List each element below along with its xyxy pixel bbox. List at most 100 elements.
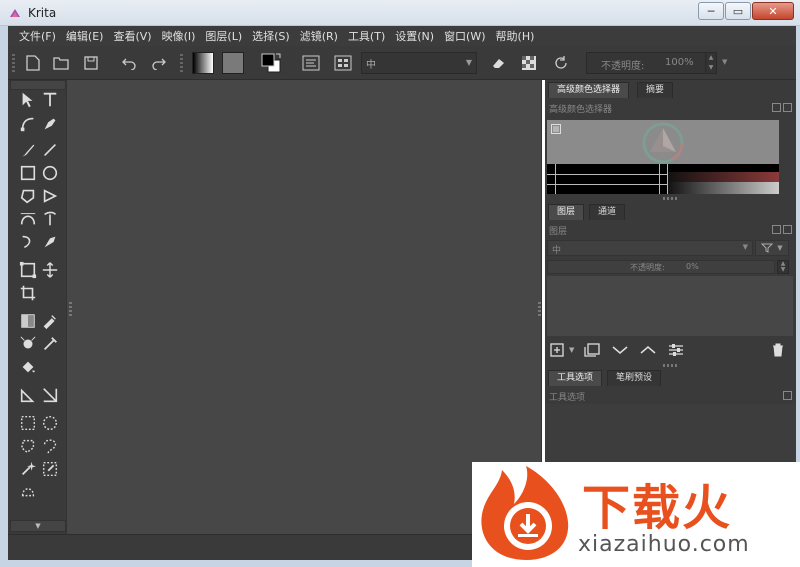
preserve-alpha-button[interactable] bbox=[516, 51, 542, 75]
layer-filter-button[interactable]: ▼ bbox=[755, 240, 789, 256]
fill-tool-alt[interactable] bbox=[40, 334, 60, 354]
brush-settings-button[interactable] bbox=[298, 51, 324, 75]
rect-select-tool[interactable] bbox=[18, 413, 38, 433]
float-docker-icon[interactable] bbox=[772, 103, 781, 112]
menu-item[interactable]: 编辑(E) bbox=[61, 28, 109, 44]
color-wheel[interactable] bbox=[641, 122, 685, 164]
color-selector-settings-icon[interactable] bbox=[551, 124, 561, 134]
tab-overview[interactable]: 摘要 bbox=[637, 82, 674, 98]
tab-advanced-color-selector[interactable]: 高级颜色选择器 bbox=[548, 82, 630, 98]
assistant-tool[interactable] bbox=[40, 385, 60, 405]
menu-item[interactable]: 映像(I) bbox=[157, 28, 201, 44]
close-docker-icon[interactable] bbox=[783, 103, 792, 112]
opacity-slider[interactable]: 不透明度: 100% bbox=[586, 52, 706, 74]
add-layer-button[interactable] bbox=[549, 342, 567, 358]
color-gradient-red[interactable] bbox=[667, 172, 779, 182]
docker-splitter-handle[interactable] bbox=[663, 197, 677, 200]
polygon-select-tool[interactable] bbox=[18, 436, 38, 456]
pattern-selector[interactable] bbox=[220, 51, 246, 75]
layer-blend-mode-select[interactable]: 中 ▼ bbox=[547, 240, 753, 256]
bezier-select-tool[interactable] bbox=[18, 482, 38, 502]
menu-item[interactable]: 文件(F) bbox=[14, 28, 61, 44]
color-picker-tool[interactable] bbox=[40, 311, 60, 331]
color-selector-area[interactable] bbox=[547, 120, 779, 194]
delete-layer-button[interactable] bbox=[769, 342, 787, 358]
opacity-spinner[interactable]: ▲ ▼ bbox=[705, 52, 717, 74]
maximize-button[interactable]: ▭ bbox=[725, 2, 751, 20]
move-tool[interactable] bbox=[40, 260, 60, 280]
text-tool[interactable] bbox=[40, 90, 60, 110]
polyline-tool[interactable] bbox=[40, 186, 60, 206]
eraser-mode-button[interactable] bbox=[486, 51, 512, 75]
freehand-brush-tool[interactable] bbox=[18, 140, 38, 160]
preset-editor-button[interactable] bbox=[330, 51, 356, 75]
layer-opacity-spinner[interactable]: ▲ ▼ bbox=[777, 260, 789, 274]
gradient-selector[interactable] bbox=[190, 51, 216, 75]
menu-item[interactable]: 图层(L) bbox=[200, 28, 247, 44]
menu-item[interactable]: 窗口(W) bbox=[439, 28, 490, 44]
undo-button[interactable] bbox=[118, 51, 140, 75]
toolbar-grip[interactable] bbox=[180, 54, 183, 72]
multibrush-tool[interactable] bbox=[40, 232, 60, 252]
ellipse-select-tool[interactable] bbox=[40, 413, 60, 433]
layer-opacity-slider[interactable]: 不透明度: 0% bbox=[547, 260, 775, 274]
freehand-select-tool[interactable] bbox=[40, 436, 60, 456]
open-document-button[interactable] bbox=[50, 51, 72, 75]
close-docker-icon[interactable] bbox=[783, 225, 792, 234]
save-button[interactable] bbox=[80, 51, 102, 75]
menu-item[interactable]: 查看(V) bbox=[108, 28, 156, 44]
menu-item[interactable]: 工具(T) bbox=[343, 28, 390, 44]
measure-tool[interactable] bbox=[18, 385, 38, 405]
canvas-area[interactable] bbox=[66, 80, 542, 534]
transform-tool[interactable] bbox=[18, 260, 38, 280]
dynamic-brush-tool[interactable] bbox=[18, 232, 38, 252]
layer-list[interactable] bbox=[547, 276, 793, 336]
gradient-tool[interactable] bbox=[18, 311, 38, 331]
smart-patch-tool[interactable] bbox=[18, 334, 38, 354]
color-gradient-gray[interactable] bbox=[667, 182, 779, 194]
bezier-tool[interactable] bbox=[18, 209, 38, 229]
redo-button[interactable] bbox=[148, 51, 170, 75]
left-splitter-handle[interactable] bbox=[69, 302, 72, 316]
polygon-tool[interactable] bbox=[18, 186, 38, 206]
right-splitter-handle[interactable] bbox=[538, 302, 541, 316]
toolbox-scroll-up[interactable] bbox=[10, 80, 66, 90]
select-shapes-tool[interactable] bbox=[18, 90, 38, 110]
duplicate-layer-button[interactable] bbox=[583, 342, 601, 358]
minimize-button[interactable]: ─ bbox=[698, 2, 724, 20]
tab-layers[interactable]: 图层 bbox=[548, 204, 585, 220]
tab-tool-options[interactable]: 工具选项 bbox=[548, 370, 603, 386]
float-docker-icon[interactable] bbox=[783, 391, 792, 400]
new-document-button[interactable] bbox=[22, 51, 44, 75]
toolbar-grip[interactable] bbox=[12, 54, 15, 72]
menu-item[interactable]: 帮助(H) bbox=[491, 28, 540, 44]
menu-item[interactable]: 选择(S) bbox=[247, 28, 295, 44]
line-tool[interactable] bbox=[40, 140, 60, 160]
freehand-path-tool[interactable] bbox=[40, 209, 60, 229]
reload-preset-button[interactable] bbox=[548, 51, 574, 75]
fg-bg-color-selector[interactable] bbox=[258, 51, 284, 75]
calligraphy-tool[interactable] bbox=[40, 114, 60, 134]
layer-properties-button[interactable] bbox=[667, 342, 685, 358]
menu-item[interactable]: 设置(N) bbox=[390, 28, 439, 44]
docker-splitter-handle[interactable] bbox=[663, 364, 677, 367]
toolbox-scroll-down[interactable]: ▼ bbox=[10, 520, 66, 532]
move-layer-down-button[interactable] bbox=[611, 342, 629, 358]
similar-select-tool[interactable] bbox=[40, 459, 60, 479]
tab-channels[interactable]: 通道 bbox=[589, 204, 626, 220]
crop-tool[interactable] bbox=[18, 283, 38, 303]
move-layer-up-button[interactable] bbox=[639, 342, 657, 358]
float-docker-icon[interactable] bbox=[772, 225, 781, 234]
blend-mode-select[interactable]: 中 ▼ bbox=[361, 52, 477, 74]
edit-shapes-tool[interactable] bbox=[18, 114, 38, 134]
rectangle-tool[interactable] bbox=[18, 163, 38, 183]
close-button[interactable]: ✕ bbox=[752, 2, 794, 20]
menu-item[interactable]: 滤镜(R) bbox=[295, 28, 343, 44]
tab-brush-presets[interactable]: 笔刷预设 bbox=[607, 370, 662, 386]
chevron-down-icon[interactable]: ▼ bbox=[569, 346, 574, 354]
ellipse-tool[interactable] bbox=[40, 163, 60, 183]
fill-tool[interactable] bbox=[18, 357, 38, 377]
trash-icon bbox=[773, 343, 783, 357]
contiguous-select-tool[interactable] bbox=[18, 459, 38, 479]
toolbar-overflow-icon[interactable]: ▼ bbox=[722, 58, 727, 66]
